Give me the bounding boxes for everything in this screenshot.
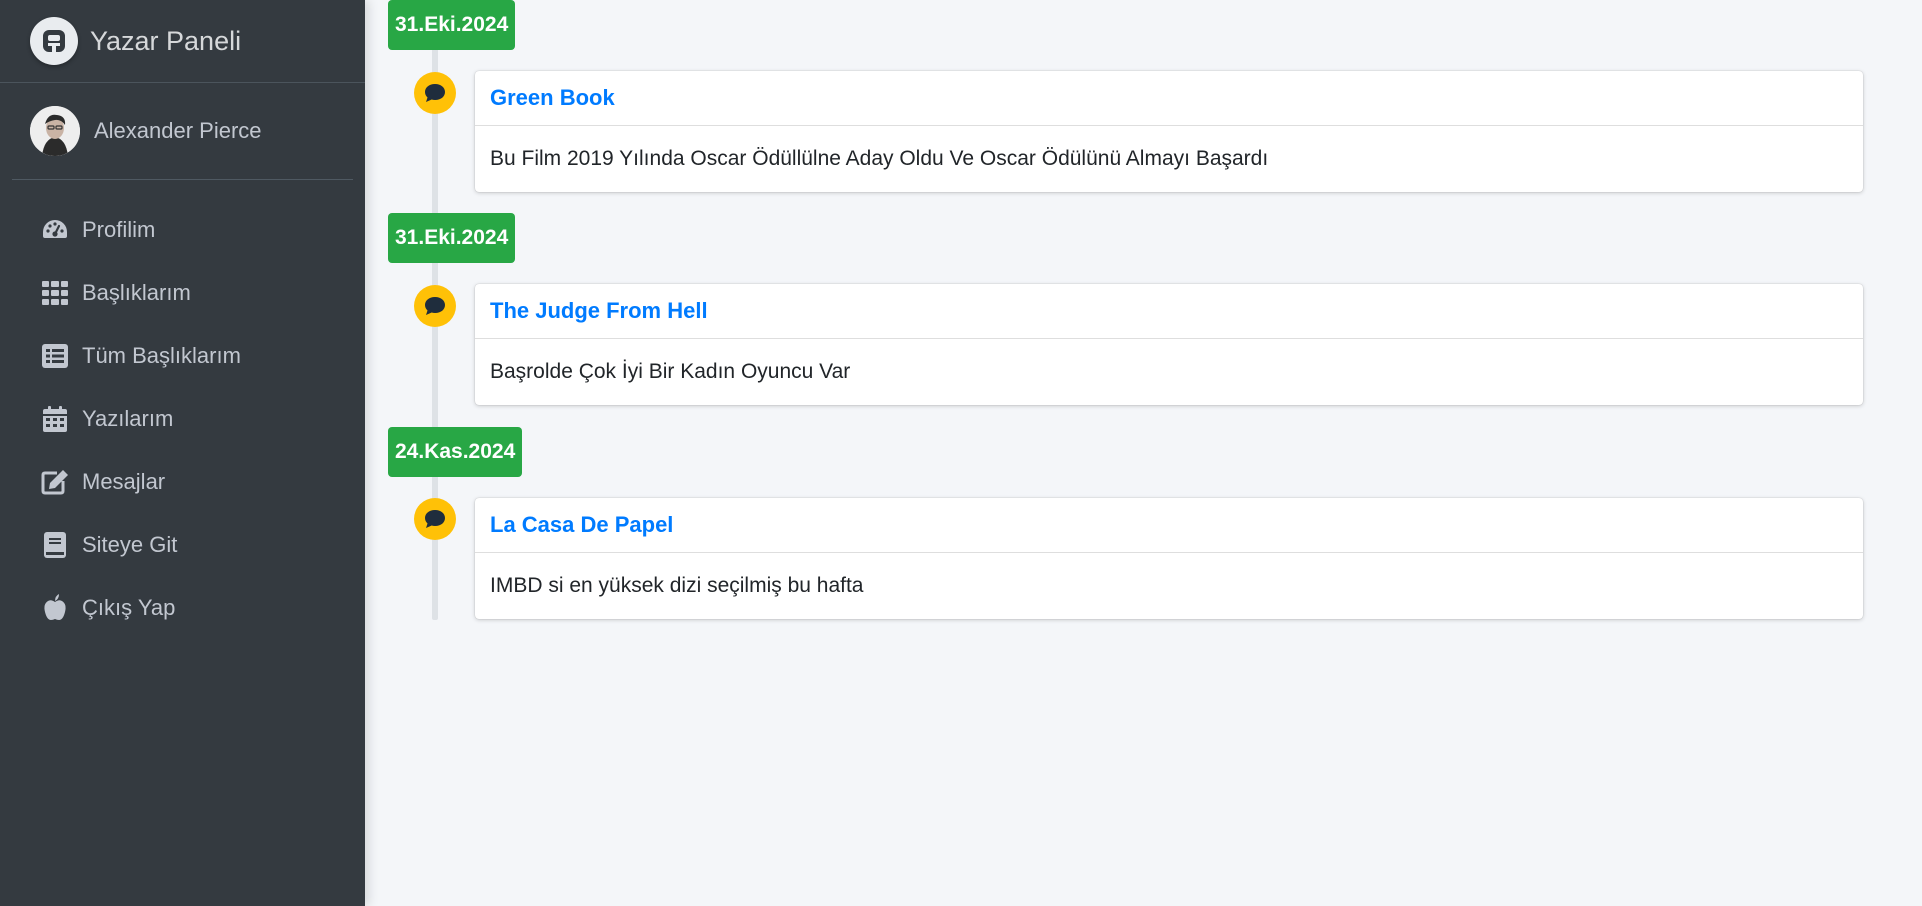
timeline-item-body: Bu Film 2019 Yılında Oscar Ödüllülne Ada…	[490, 147, 1269, 170]
sidebar-item-label: Çıkış Yap	[82, 594, 176, 620]
sidebar-item-label: Yazılarım	[82, 405, 174, 431]
sidebar-item-mesajlar[interactable]: Mesajlar	[0, 450, 365, 513]
comment-icon	[414, 72, 456, 114]
timeline-date-badge: 24.Kas.2024	[388, 427, 523, 477]
book-icon	[40, 530, 70, 560]
timeline-item-title-link[interactable]: Green Book	[490, 85, 615, 111]
tachometer-icon	[40, 215, 70, 245]
brand-link[interactable]: Yazar Paneli	[0, 0, 365, 83]
timeline-item-body: Başrolde Çok İyi Bir Kadın Oyuncu Var	[490, 360, 851, 383]
timeline-item: The Judge From Hell Başrolde Çok İyi Bir…	[475, 284, 1863, 405]
timeline-date-badge: 31.Eki.2024	[388, 213, 516, 263]
timeline-item-header: Green Book	[475, 71, 1863, 126]
user-name[interactable]: Alexander Pierce	[94, 118, 262, 144]
sidebar-item-label: Profilim	[82, 216, 156, 242]
sidebar-item-label: Tüm Başlıklarım	[82, 342, 241, 368]
list-icon	[40, 341, 70, 371]
comment-icon	[414, 285, 456, 327]
sidebar-item-tum-basliklarim[interactable]: Tüm Başlıklarım	[0, 324, 365, 387]
sidebar-item-yazilarim[interactable]: Yazılarım	[0, 387, 365, 450]
timeline-item-header: La Casa De Papel	[475, 498, 1863, 553]
sidebar-item-label: Mesajlar	[82, 468, 166, 494]
grid-icon	[40, 278, 70, 308]
sidebar-item-label: Siteye Git	[82, 531, 178, 557]
timeline-item-title-link[interactable]: La Casa De Papel	[490, 512, 673, 538]
timeline-item-title-link[interactable]: The Judge From Hell	[490, 298, 708, 324]
edit-icon	[40, 467, 70, 497]
calendar-icon	[40, 404, 70, 434]
brand-logo-icon	[30, 17, 78, 65]
timeline-item-header: The Judge From Hell	[475, 284, 1863, 339]
brand-title: Yazar Paneli	[90, 25, 242, 56]
sidebar-item-basliklarim[interactable]: Başlıklarım	[0, 261, 365, 324]
avatar[interactable]	[30, 106, 80, 156]
sidebar: Yazar Paneli Alexander Pierce Profilim B…	[0, 0, 365, 906]
timeline-item: Green Book Bu Film 2019 Yılında Oscar Öd…	[475, 71, 1863, 192]
sidebar-item-label: Başlıklarım	[82, 279, 191, 305]
sidebar-item-cikis-yap[interactable]: Çıkış Yap	[0, 576, 365, 639]
sidebar-nav: Profilim Başlıklarım Tüm Başlıklarım Yaz…	[0, 198, 365, 639]
apple-icon	[40, 593, 70, 623]
comment-icon	[414, 498, 456, 540]
sidebar-item-siteye-git[interactable]: Siteye Git	[0, 513, 365, 576]
timeline-date-badge: 31.Eki.2024	[388, 0, 516, 50]
timeline-item-body: IMBD si en yüksek dizi seçilmiş bu hafta	[490, 574, 864, 597]
user-panel: Alexander Pierce	[12, 83, 353, 180]
main-content: 31.Eki.2024 Green Book Bu Film 2019 Yılı…	[365, 0, 1922, 906]
timeline-item: La Casa De Papel IMBD si en yüksek dizi …	[475, 498, 1863, 619]
sidebar-item-profilim[interactable]: Profilim	[0, 198, 365, 261]
